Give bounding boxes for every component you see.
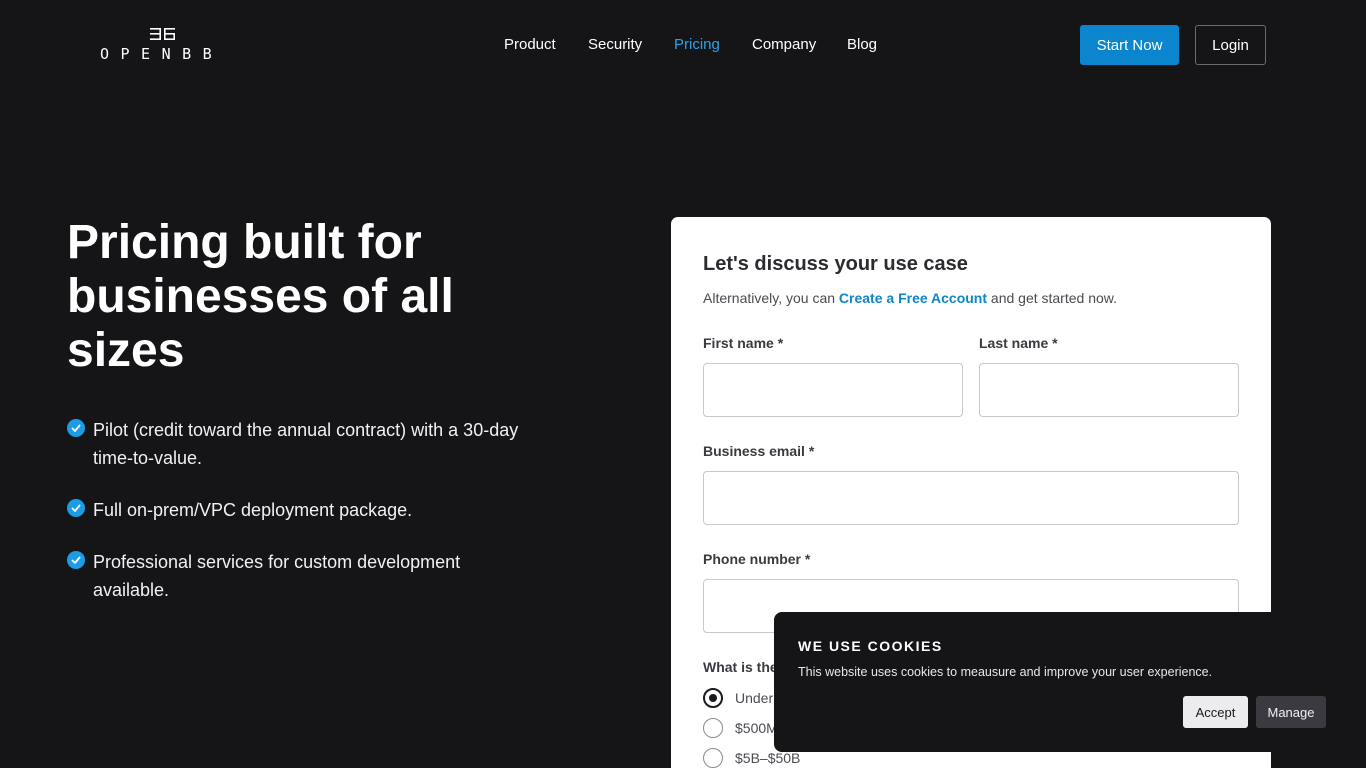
last-name-label: Last name * bbox=[979, 335, 1058, 351]
cookie-title: WE USE COOKIES bbox=[798, 638, 943, 654]
nav-company[interactable]: Company bbox=[752, 36, 816, 54]
email-label: Business email * bbox=[703, 443, 815, 459]
radio-label: $500M bbox=[735, 720, 778, 736]
start-now-button[interactable]: Start Now bbox=[1080, 25, 1179, 65]
feature-text: Full on-prem/VPC deployment package. bbox=[93, 500, 413, 520]
nav-blog[interactable]: Blog bbox=[847, 36, 877, 54]
radio-label: Under bbox=[735, 690, 774, 706]
revenue-question-label: What is the bbox=[703, 659, 778, 675]
form-subtitle-suffix: and get started now. bbox=[987, 290, 1117, 306]
feature-text: Pilot (credit toward the annual contract… bbox=[93, 420, 519, 468]
openbb-logo[interactable]: OPENBB bbox=[100, 28, 227, 64]
accept-cookies-button[interactable]: Accept bbox=[1183, 696, 1248, 728]
check-icon bbox=[67, 551, 85, 569]
feature-item: Pilot (credit toward the annual contract… bbox=[67, 416, 537, 472]
nav-pricing[interactable]: Pricing bbox=[674, 36, 720, 54]
radio-label: $5B–$50B bbox=[735, 750, 801, 766]
radio-dot bbox=[709, 694, 717, 702]
nav-security[interactable]: Security bbox=[588, 36, 642, 54]
business-email-field[interactable] bbox=[703, 471, 1239, 525]
logo-wordmark: OPENBB bbox=[100, 45, 224, 63]
radio-option[interactable]: $500M bbox=[703, 718, 778, 738]
feature-item: Full on-prem/VPC deployment package. bbox=[67, 496, 537, 524]
form-subtitle: Alternatively, you can Create a Free Acc… bbox=[703, 290, 1117, 306]
last-name-field[interactable] bbox=[979, 363, 1239, 417]
logo-mark-icon bbox=[150, 28, 175, 40]
radio-option[interactable]: Under bbox=[703, 688, 773, 708]
radio-button[interactable] bbox=[703, 688, 723, 708]
site-header: OPENBB Product Security Pricing Company … bbox=[0, 0, 1366, 90]
cookie-text: This website uses cookies to meausure an… bbox=[798, 665, 1213, 679]
check-icon bbox=[67, 499, 85, 517]
manage-cookies-button[interactable]: Manage bbox=[1256, 696, 1326, 728]
phone-label: Phone number * bbox=[703, 551, 811, 567]
check-icon bbox=[67, 419, 85, 437]
nav-product[interactable]: Product bbox=[504, 36, 556, 54]
feature-item: Professional services for custom develop… bbox=[67, 548, 537, 604]
cookie-banner: WE USE COOKIES This website uses cookies… bbox=[774, 612, 1350, 752]
form-subtitle-prefix: Alternatively, you can bbox=[703, 290, 839, 306]
radio-button[interactable] bbox=[703, 748, 723, 768]
form-title: Let's discuss your use case bbox=[703, 253, 968, 275]
radio-button[interactable] bbox=[703, 718, 723, 738]
first-name-label: First name * bbox=[703, 335, 784, 351]
first-name-field[interactable] bbox=[703, 363, 963, 417]
create-free-account-link[interactable]: Create a Free Account bbox=[839, 290, 987, 306]
login-button[interactable]: Login bbox=[1195, 25, 1266, 65]
feature-list: Pilot (credit toward the annual contract… bbox=[67, 416, 537, 628]
page-title: Pricing built for businesses of all size… bbox=[67, 216, 454, 377]
feature-text: Professional services for custom develop… bbox=[93, 552, 461, 600]
